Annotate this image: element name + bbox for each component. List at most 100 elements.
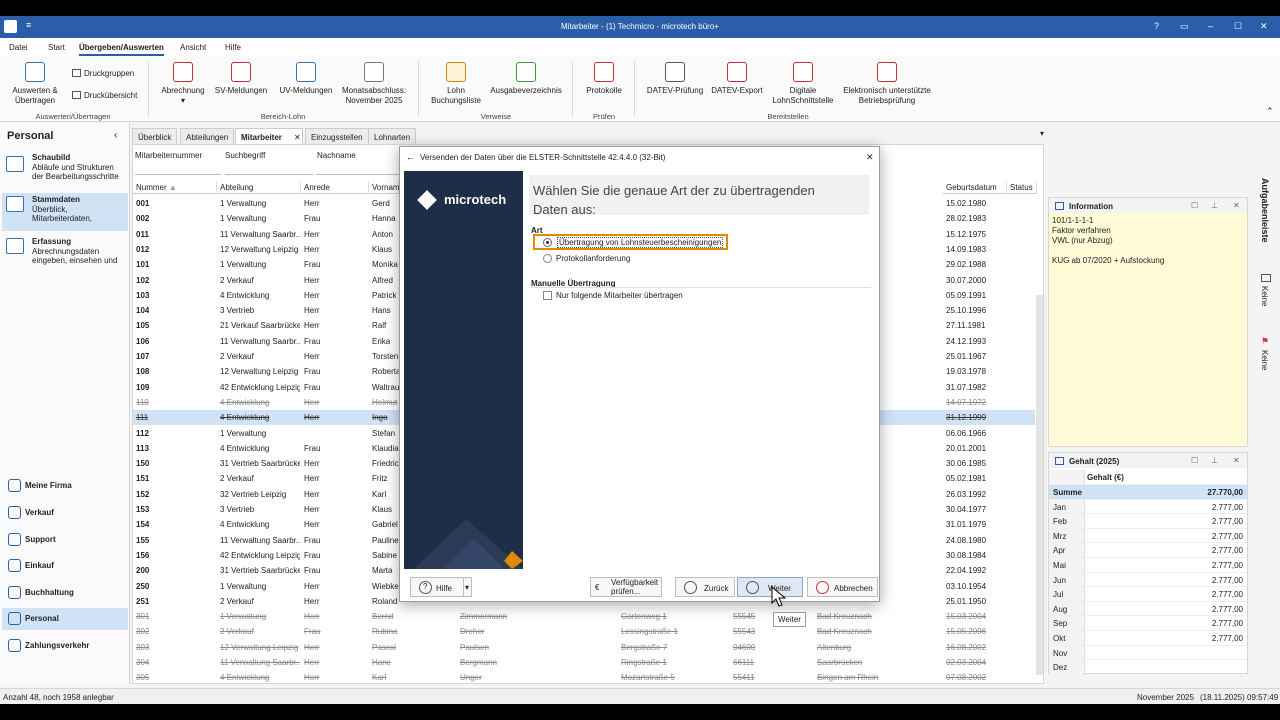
hilfe-dropdown-icon[interactable]: ▾ bbox=[465, 583, 469, 592]
column-header-nummer[interactable]: Nummer ▲ bbox=[133, 181, 217, 194]
menu-start[interactable]: Start bbox=[48, 43, 65, 52]
tab-mitarbeiter[interactable]: Mitarbeiter ✕ bbox=[235, 128, 303, 144]
weiter-button[interactable]: Weiter bbox=[737, 577, 803, 597]
module-verkauf[interactable]: Verkauf bbox=[2, 502, 128, 524]
auswerten-uebertragen-button[interactable]: Auswerten & Übertragen bbox=[8, 62, 62, 105]
menu-uebergeben-auswerten[interactable]: Übergeben/Auswerten bbox=[79, 43, 164, 56]
gehalt-month-row[interactable]: Mrz 2.777,00 bbox=[1049, 527, 1247, 544]
abbrechen-button[interactable]: Abbrechen bbox=[807, 577, 878, 597]
gehalt-month-row[interactable]: Nov bbox=[1049, 644, 1247, 661]
digitale-lohnschnittstelle-button[interactable]: Digitale LohnSchnittstelle bbox=[770, 62, 836, 105]
float-panel-icon[interactable]: ☐ bbox=[1191, 456, 1198, 465]
gehalt-month-row[interactable]: Jul 2.777,00 bbox=[1049, 586, 1247, 602]
cell-vn: Gerd bbox=[372, 199, 390, 208]
mitarbeiternummer-input[interactable] bbox=[135, 162, 221, 175]
gehalt-month-row[interactable]: Mai 2.777,00 bbox=[1049, 557, 1247, 573]
gehalt-month-row[interactable]: Aug 2.777,00 bbox=[1049, 600, 1247, 617]
table-row[interactable]: 305 4 Entwicklung Herr Karl Unger Mozartstraß… bbox=[133, 670, 1035, 683]
module-buchhaltung[interactable]: Buchhaltung bbox=[2, 582, 128, 604]
minimize-button[interactable]: – bbox=[1208, 21, 1213, 31]
pin-panel-icon[interactable]: ⊥ bbox=[1211, 201, 1218, 210]
column-header-anrede[interactable]: Anrede bbox=[301, 181, 369, 194]
collapse-ribbon-icon[interactable]: ⌃ bbox=[1266, 106, 1274, 117]
calculator-icon bbox=[6, 238, 24, 254]
module-label: Support bbox=[25, 535, 56, 544]
ausgabeverzeichnis-button[interactable]: Ausgabeverzeichnis bbox=[490, 62, 562, 96]
zurueck-label: Zurück bbox=[704, 584, 729, 593]
tab-ueberblick[interactable]: Überblick bbox=[132, 128, 178, 144]
column-header-geburtsdatum[interactable]: Geburtsdatum bbox=[943, 181, 1007, 194]
gehalt-month-row[interactable]: Jan 2.777,00 bbox=[1049, 498, 1247, 515]
betriebspruefung-button[interactable]: Elektronisch unterstützte Betriebsprüfun… bbox=[840, 62, 934, 105]
column-header-abteilung[interactable]: Abteilung bbox=[217, 181, 301, 194]
module-zahlungsverkehr[interactable]: Zahlungsverkehr bbox=[2, 635, 128, 657]
tab-list-dropdown-icon[interactable]: ▾ bbox=[1040, 129, 1044, 138]
abrechnung-button[interactable]: Abrechnung ▾ bbox=[158, 62, 208, 105]
suchbegriff-input[interactable] bbox=[225, 162, 313, 175]
ribbon-separator bbox=[148, 61, 149, 117]
table-row[interactable]: 302 2 Verkauf Frau Rubina Dreher Lessingstraß… bbox=[133, 624, 1035, 639]
nav-erfassung[interactable]: Erfassung Abrechnungsdaten eingeben, ein… bbox=[2, 235, 128, 271]
table-row[interactable]: 303 12 Verwaltung Leipzig Herr Pascal Paulse… bbox=[133, 640, 1035, 655]
close-panel-icon[interactable]: ✕ bbox=[1233, 201, 1240, 210]
close-window-button[interactable]: ✕ bbox=[1260, 21, 1268, 32]
table-row[interactable]: 304 11 Verwaltung Saarbr... Herr Hanc Bergma… bbox=[133, 655, 1035, 670]
druckgruppen-button[interactable]: Druckgruppen bbox=[72, 69, 134, 78]
monatsabschluss-button[interactable]: Monatsabschluss: November 2025 bbox=[340, 62, 408, 105]
table-row[interactable]: 301 1 Verwaltung Herr Bernd Zimmermann Garten… bbox=[133, 609, 1035, 624]
vertical-scrollbar[interactable] bbox=[1036, 295, 1043, 675]
druckuebersicht-button[interactable]: Druckübersicht bbox=[72, 91, 137, 100]
module-meine-firma[interactable]: Meine Firma bbox=[2, 475, 128, 497]
gehalt-month-row[interactable]: Feb 2.777,00 bbox=[1049, 513, 1247, 529]
datev-export-button[interactable]: DATEV-Export bbox=[708, 62, 766, 96]
gehalt-month-row[interactable]: Jun 2.777,00 bbox=[1049, 571, 1247, 588]
maximize-button[interactable]: ☐ bbox=[1234, 21, 1242, 32]
module-personal[interactable]: Personal bbox=[2, 608, 128, 630]
datev-pruefung-button[interactable]: DATEV-Prüfung bbox=[644, 62, 706, 96]
dialog-close-button[interactable]: ✕ bbox=[866, 152, 874, 163]
month-value: 2.777,00 bbox=[1211, 502, 1243, 512]
option-lohnsteuerbescheinigungen[interactable]: Übertragung von Lohnsteuerbescheinigunge… bbox=[533, 234, 728, 250]
protokolle-button[interactable]: Protokolle bbox=[580, 62, 628, 96]
nav-stammdaten[interactable]: Stammdaten Überblick, Mitarbeiterdaten, bbox=[2, 193, 128, 231]
module-einkauf[interactable]: Einkauf bbox=[2, 555, 128, 577]
nachname-input[interactable] bbox=[317, 162, 401, 175]
gehalt-month-row[interactable]: Dez bbox=[1049, 659, 1247, 675]
tab-abteilungen[interactable]: Abteilungen bbox=[180, 128, 235, 144]
pin-panel-icon[interactable]: ⊥ bbox=[1211, 456, 1218, 465]
nav-schaubild[interactable]: Schaubild Abläufe und Strukturen der Bea… bbox=[2, 153, 128, 187]
menu-ansicht[interactable]: Ansicht bbox=[180, 43, 206, 52]
tab-einzugsstellen[interactable]: Einzugsstellen bbox=[305, 128, 369, 144]
close-tab-icon[interactable]: ✕ bbox=[294, 133, 301, 142]
gehalt-month-row[interactable]: Sep 2.777,00 bbox=[1049, 615, 1247, 631]
menu-hilfe[interactable]: Hilfe bbox=[225, 43, 241, 52]
help-icon[interactable]: ? bbox=[1154, 21, 1159, 31]
cell-nr: 154 bbox=[136, 520, 150, 530]
hilfe-button[interactable]: ? Hilfe ▾ bbox=[410, 577, 472, 597]
info-line: VWL (nur Abzug) bbox=[1052, 236, 1113, 245]
collapse-panel-icon[interactable]: ‹ bbox=[114, 130, 117, 141]
keine-tab-1[interactable]: Keine bbox=[1260, 286, 1269, 306]
close-panel-icon[interactable]: ✕ bbox=[1233, 456, 1240, 465]
aufgabenleiste-tab[interactable]: Aufgabenleiste bbox=[1260, 178, 1270, 243]
gehalt-month-row[interactable]: Apr 2.777,00 bbox=[1049, 542, 1247, 558]
float-panel-icon[interactable]: ☐ bbox=[1191, 201, 1198, 210]
ribbon: Auswerten & Übertragen Druckgruppen Druc… bbox=[0, 56, 1280, 122]
cell-geb: 30.07.2000 bbox=[946, 275, 987, 285]
menu-datei[interactable]: Datei bbox=[9, 43, 28, 52]
column-header-status[interactable]: Status bbox=[1007, 181, 1037, 194]
verfuegbarkeit-pruefen-button[interactable]: € Verfügbarkeit prüfen... bbox=[590, 577, 662, 597]
gehalt-summe-row[interactable]: Summe 27.770,00 bbox=[1049, 484, 1247, 500]
module-support[interactable]: Support bbox=[2, 529, 128, 551]
cell-nr: 110 bbox=[136, 397, 149, 407]
screen-layout-icon[interactable]: ▭ bbox=[1180, 21, 1189, 32]
keine-tab-2[interactable]: Keine bbox=[1260, 350, 1269, 370]
uv-meldungen-button[interactable]: UV-Meldungen bbox=[275, 62, 337, 96]
printer-icon bbox=[72, 91, 81, 99]
sv-meldungen-button[interactable]: SV-Meldungen bbox=[212, 62, 270, 96]
lohn-buchungsliste-button[interactable]: Lohn Buchungsliste bbox=[426, 62, 486, 105]
zurueck-button[interactable]: Zurück bbox=[675, 577, 735, 597]
tab-lohnarten[interactable]: Lohnarten bbox=[368, 128, 417, 144]
gehalt-month-row[interactable]: Okt 2.777,00 bbox=[1049, 630, 1247, 646]
column-header-vorname[interactable]: Vornam bbox=[369, 181, 400, 194]
